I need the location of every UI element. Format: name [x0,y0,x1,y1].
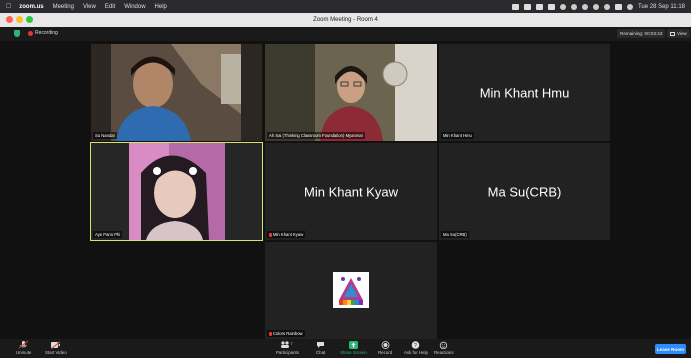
fullscreen-window-button[interactable] [26,16,33,23]
unmute-label: Unmute [16,350,32,355]
share-screen-label: Share Screen [340,350,367,355]
window-title: Zoom Meeting - Room 4 [313,17,378,23]
menu-meeting[interactable]: Meeting [53,4,74,10]
control-center-icon[interactable] [614,3,622,10]
window-title-bar: Zoom Meeting - Room 4 [0,13,691,27]
screen-icon[interactable] [523,3,531,10]
participants-label: Participants [276,350,299,355]
remaining-time-badge: Remaining: 00:03:43 [617,29,666,38]
zoom-status-icon[interactable] [511,3,519,10]
menu-view[interactable]: View [83,4,96,10]
participant-name: Min Khant Kyaw [273,232,304,237]
reactions-button[interactable]: Reactions [434,341,454,355]
participant-name-with-muted: Min Khant Kyaw [267,231,306,238]
menu-help[interactable]: Help [155,4,167,10]
participant-tile[interactable]: Colors Rainbow [265,242,437,339]
participant-tile[interactable]: Ah Sai (Thinking Classroom Foundation) M… [265,44,437,141]
record-icon [381,341,389,349]
svg-text:?: ? [414,343,417,349]
unmute-button[interactable]: ^ Unmute [16,341,31,355]
timer-icon[interactable] [559,3,566,10]
reactions-label: Reactions [434,350,454,355]
recording-indicator[interactable]: Recording [28,30,58,36]
participant-tile[interactable]: Su Nandar [91,44,262,141]
macos-menu-bar:  zoom.us Meeting View Edit Window Help … [0,0,691,13]
chat-icon [317,342,325,348]
help-icon: ? [412,341,420,349]
grid-view-icon [670,31,675,36]
reactions-icon [440,341,448,349]
participant-tile[interactable]: Min Khant Kyaw Min Khant Kyaw [265,143,437,240]
leave-room-button[interactable]: Leave Room [655,344,686,354]
record-button[interactable]: Record [378,341,392,355]
close-window-button[interactable] [6,16,13,23]
chat-label: Chat [316,350,326,355]
minimize-window-button[interactable] [16,16,23,23]
apple-icon[interactable]:  [6,3,11,10]
chat-button[interactable]: Chat [316,341,325,355]
ask-for-help-label: Ask for Help [404,350,428,355]
ask-for-help-button[interactable]: ? Ask for Help [404,341,428,355]
participant-tile[interactable]: Min Khant Hmu Min Khant Hmu [439,44,610,141]
menu-edit[interactable]: Edit [105,4,115,10]
participant-video [91,44,262,141]
participant-name: Colors Rainbow [273,331,303,336]
view-label: View [677,31,687,36]
security-shield-icon[interactable] [14,30,20,37]
participants-icon: 7 [280,341,294,349]
participant-tile-active-speaker[interactable]: Aye Pann Phi [90,142,263,241]
muted-mic-icon [269,232,272,237]
volume-icon[interactable] [570,3,577,10]
participant-display-name: Min Khant Hmu [479,85,570,100]
participant-name: Ma Su(CRB) [441,231,469,238]
rainbow-logo-icon [333,272,369,308]
status-icons: Tue 28 Sep 11:18 [511,3,685,10]
meeting-info-strip: Recording Remaining: 00:03:43 View [0,27,691,41]
participant-video [91,143,262,240]
participant-display-name: Ma Su(CRB) [487,184,562,199]
search-icon[interactable] [603,3,610,10]
recording-dot-icon [28,30,33,36]
meeting-toolbar: ^ Unmute ^ Start Video 7 Participants Ch… [0,339,691,358]
menu-app-name[interactable]: zoom.us [19,4,43,10]
share-screen-button[interactable]: Share Screen [340,341,367,355]
participants-button[interactable]: 7 Participants [276,341,299,355]
share-screen-icon [348,341,358,349]
participant-name: Su Nandar [93,132,118,139]
menu-clock[interactable]: Tue 28 Sep 11:18 [638,4,685,10]
view-button[interactable]: View [667,29,690,38]
record-label: Record [378,350,393,355]
muted-mic-icon [269,331,272,336]
recording-label: Recording [35,30,58,36]
participant-name: Aye Pann Phi [93,231,123,238]
participant-name: Ah Sai (Thinking Classroom Foundation) M… [267,132,366,139]
window-controls [6,16,33,23]
bluetooth-icon[interactable] [581,3,588,10]
keyboard-status-icon[interactable] [547,3,555,10]
mic-muted-icon: ^ [19,341,29,349]
participant-name-with-muted: Colors Rainbow [267,330,305,337]
menu-window[interactable]: Window [124,4,145,10]
participants-count: 7 [290,341,293,346]
siri-icon[interactable] [626,3,633,10]
wifi-icon[interactable] [592,3,599,10]
participant-name: Min Khant Hmu [441,132,474,139]
start-video-label: Start Video [45,350,67,355]
start-video-button[interactable]: ^ Start Video [45,341,67,355]
camera-status-icon[interactable] [535,3,543,10]
participant-display-name: Min Khant Kyaw [304,184,398,199]
participant-tile[interactable]: Ma Su(CRB) Ma Su(CRB) [439,143,610,240]
participant-video [265,44,437,141]
video-off-icon: ^ [51,341,61,349]
